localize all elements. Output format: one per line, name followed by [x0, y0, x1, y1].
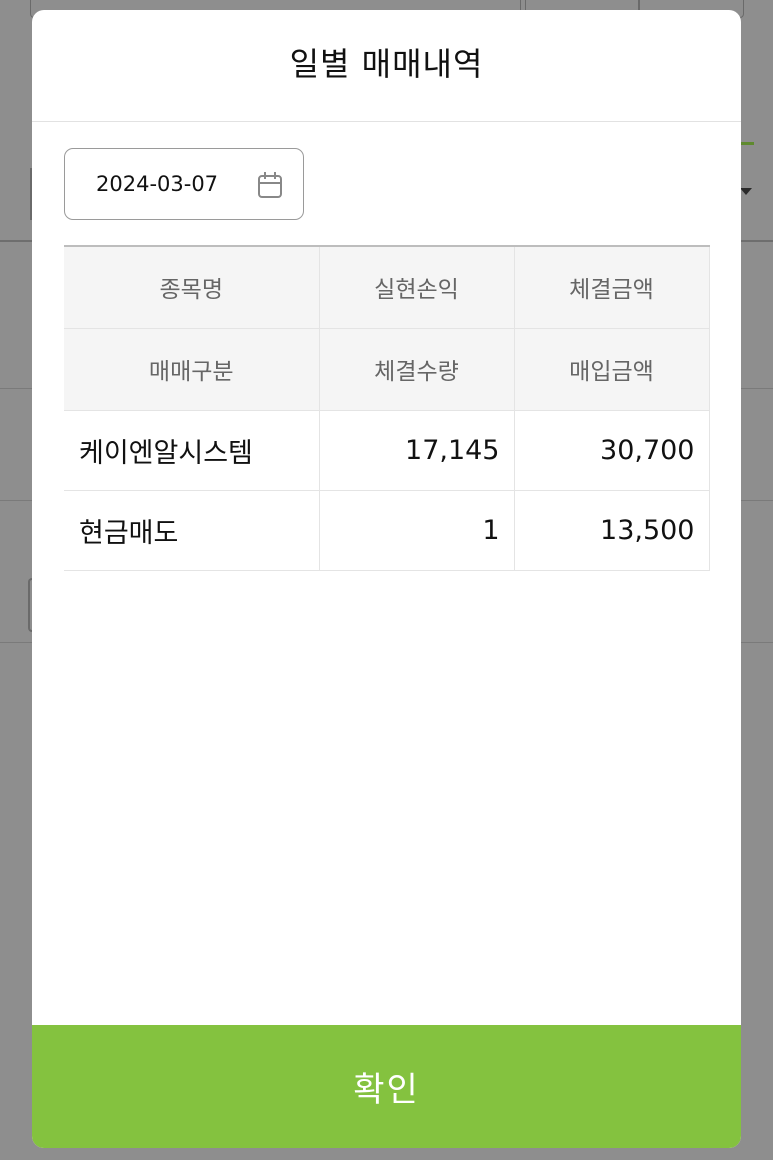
header-realized-pnl: 실현손익	[318, 245, 515, 329]
cell-trade-type: 현금매도	[64, 489, 320, 571]
table-header-row: 종목명 실현손익 체결금액	[64, 245, 710, 329]
daily-trade-history-modal: 일별 매매내역 2024-03-07 종목명 실현손익 체결금액 매매구분 체결…	[32, 10, 741, 1148]
date-picker-field[interactable]: 2024-03-07	[64, 148, 304, 220]
cell-realized-pnl: 17,145	[318, 409, 515, 491]
calendar-icon	[258, 172, 282, 198]
confirm-button[interactable]: 확인	[32, 1025, 741, 1148]
modal-title: 일별 매매내역	[289, 44, 484, 83]
table-header-row: 매매구분 체결수량 매입금액	[64, 327, 710, 411]
cell-stock-name: 케이엔알시스템	[64, 409, 320, 491]
cell-trade-amount: 30,700	[513, 409, 710, 491]
trade-history-table: 종목명 실현손익 체결금액 매매구분 체결수량 매입금액 케이엔알시스템 17,…	[64, 245, 710, 571]
header-trade-amount: 체결금액	[513, 245, 710, 329]
modal-header: 일별 매매내역	[32, 10, 741, 122]
header-purchase-amount: 매입금액	[513, 327, 710, 411]
table-row[interactable]: 현금매도 1 13,500	[64, 489, 710, 571]
table-row[interactable]: 케이엔알시스템 17,145 30,700	[64, 409, 710, 491]
header-quantity: 체결수량	[318, 327, 515, 411]
cell-purchase-amount: 13,500	[513, 489, 710, 571]
background-caret-icon	[740, 188, 752, 195]
cell-quantity: 1	[318, 489, 515, 571]
header-trade-type: 매매구분	[64, 327, 320, 411]
header-stock-name: 종목명	[64, 245, 320, 329]
background-accent	[740, 142, 754, 145]
date-value: 2024-03-07	[96, 172, 219, 196]
